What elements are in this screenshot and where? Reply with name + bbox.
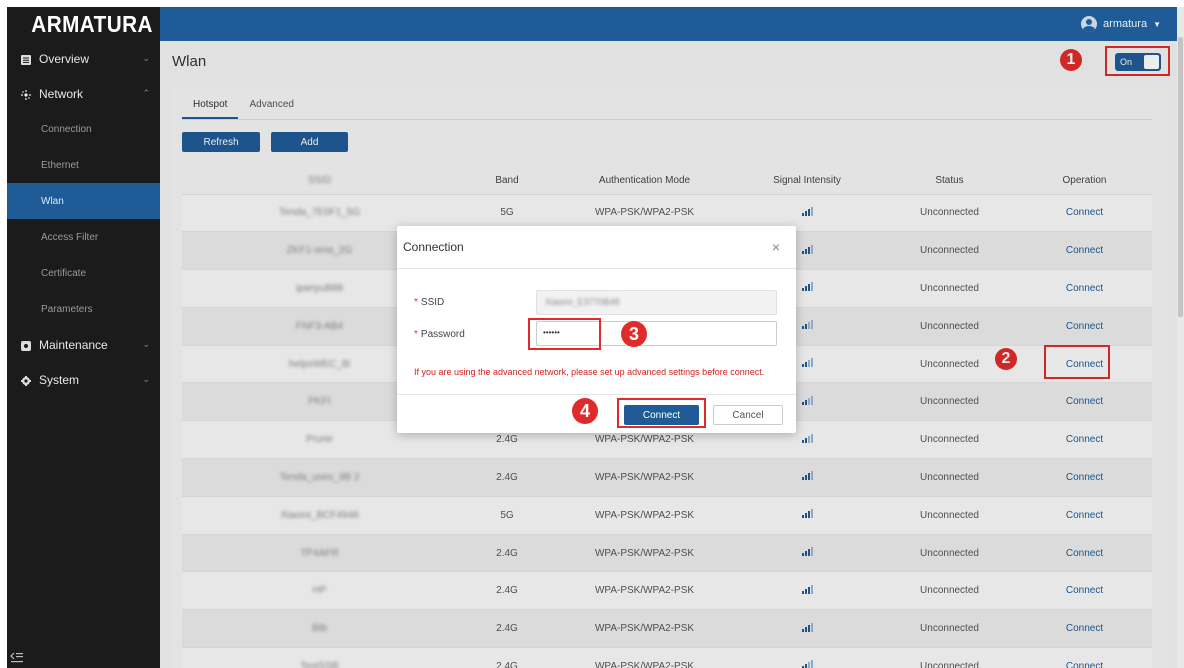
logo: ARMATURA — [31, 10, 153, 37]
sidebar-item-wlan[interactable]: Wlan — [7, 183, 160, 219]
top-bar: armatura ▼ — [160, 7, 1177, 41]
nav-network[interactable]: Network ⌃ — [7, 76, 160, 111]
nav-maintenance[interactable]: Maintenance ⌄ — [7, 327, 160, 362]
user-menu[interactable]: armatura ▼ — [1081, 16, 1161, 32]
nav-network-label: Network — [39, 86, 84, 101]
chevron-up-icon: ⌃ — [142, 88, 150, 98]
scrollbar-thumb[interactable] — [1178, 37, 1183, 317]
required-mark: * — [414, 329, 418, 340]
ssid-field: Xiaomi_E3770B48 — [536, 290, 777, 315]
sidebar-item-certificate[interactable]: Certificate — [7, 255, 160, 291]
nav-system-label: System — [39, 372, 80, 387]
nav-overview[interactable]: Overview ⌄ — [7, 41, 160, 76]
nav-overview-label: Overview — [39, 51, 90, 66]
advanced-warning: If you are using the advanced network, p… — [414, 367, 765, 377]
ssid-value: Xiaomi_E3770B48 — [545, 297, 620, 307]
dialog-title: Connection — [397, 226, 796, 269]
connection-dialog: Connection × * SSID Xiaomi_E3770B48 * Pass… — [397, 226, 796, 433]
sidebar: ARMATURA Overview ⌄ Network ⌃ Connection… — [7, 7, 160, 668]
dialog-footer — [397, 394, 796, 395]
sidebar-item-ethernet[interactable]: Ethernet — [7, 147, 160, 183]
user-name: armatura — [1103, 18, 1148, 30]
chevron-down-icon: ⌄ — [142, 374, 150, 384]
ssid-label: * SSID — [414, 297, 445, 308]
network-icon — [21, 89, 31, 100]
sidebar-item-access-filter[interactable]: Access Filter — [7, 219, 160, 255]
annotation-box-password — [528, 318, 601, 350]
annotation-marker-4: 4 — [572, 398, 598, 424]
annotation-marker-3: 3 — [621, 321, 647, 347]
nav-system[interactable]: System ⌄ — [7, 362, 160, 397]
list-icon — [21, 54, 31, 65]
chevron-down-icon: ⌄ — [142, 53, 150, 63]
required-mark: * — [414, 297, 418, 308]
page-scrollbar[interactable] — [1177, 7, 1184, 668]
sidebar-item-connection[interactable]: Connection — [7, 111, 160, 147]
caret-down-icon: ▼ — [1153, 19, 1161, 29]
connect-button[interactable]: Connect — [624, 405, 699, 425]
sidebar-item-parameters[interactable]: Parameters — [7, 291, 160, 327]
cancel-button[interactable]: Cancel — [713, 405, 783, 425]
nav-maintenance-label: Maintenance — [39, 337, 108, 352]
close-icon[interactable]: × — [772, 239, 780, 255]
chevron-down-icon: ⌄ — [142, 339, 150, 349]
gear-icon — [21, 375, 31, 386]
collapse-menu-icon[interactable] — [9, 651, 23, 663]
wrench-icon — [21, 340, 31, 351]
password-label: * Password — [414, 329, 465, 340]
user-avatar-icon — [1081, 16, 1098, 32]
